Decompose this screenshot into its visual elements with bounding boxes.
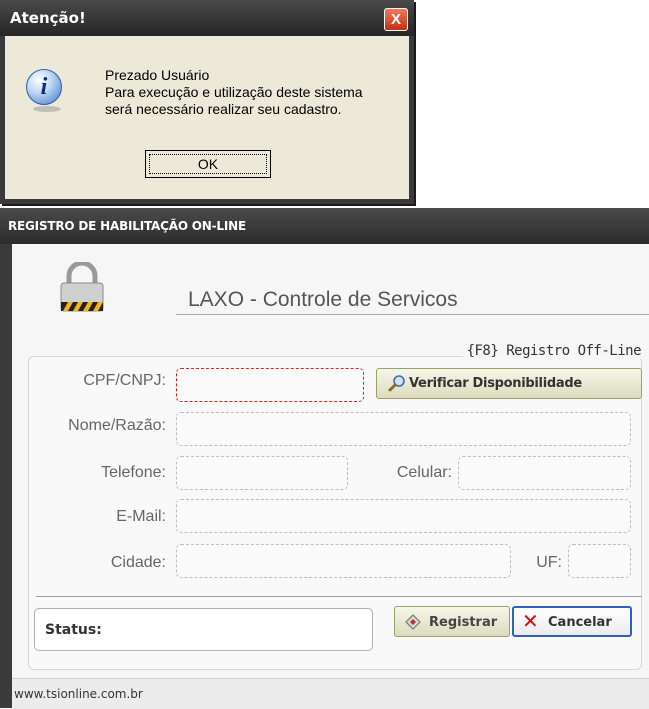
telefone-field[interactable]: [176, 456, 348, 490]
alert-message-line: será necessário realizar seu cadastro.: [105, 101, 342, 117]
alert-message: Prezado Usuário Para execução e utilizaç…: [105, 67, 363, 118]
alert-titlebar[interactable]: Atenção! X: [0, 0, 414, 36]
email-label: E-Mail:: [116, 508, 166, 525]
footer-bar: www.tsionline.com.br: [12, 678, 649, 709]
status-label: Status:: [45, 622, 102, 638]
nome-label: Nome/Razão:: [68, 417, 166, 434]
register-button[interactable]: Registrar: [394, 606, 510, 637]
app-name: LAXO - Controle de Servicos: [188, 288, 458, 311]
form-divider: [36, 596, 642, 597]
celular-label: Celular:: [396, 464, 452, 481]
info-icon: i: [26, 69, 62, 105]
registration-title: REGISTRO DE HABILITAÇÃO ON-LINE: [8, 219, 246, 233]
alert-message-line: Prezado Usuário: [105, 67, 210, 83]
offline-register-link[interactable]: {F8} Registro Off-Line: [462, 343, 645, 359]
cpf-field[interactable]: [176, 368, 364, 402]
cidade-label: Cidade:: [110, 554, 166, 571]
celular-field[interactable]: [458, 456, 631, 490]
magnifier-icon: [388, 375, 405, 392]
email-field[interactable]: [176, 499, 631, 533]
lock-icon: [60, 262, 104, 312]
ok-button[interactable]: OK: [145, 150, 271, 178]
cidade-field[interactable]: [176, 544, 511, 578]
cancel-x-icon: ✕: [522, 609, 539, 633]
telefone-label: Telefone:: [101, 464, 166, 481]
close-icon[interactable]: X: [384, 8, 408, 31]
registration-body: LAXO - Controle de Servicos {F8} Registr…: [12, 244, 649, 708]
ok-button-label: OK: [149, 154, 267, 174]
register-label: Registrar: [429, 615, 498, 630]
cancel-label: Cancelar: [548, 615, 612, 630]
verify-availability-button[interactable]: Verificar Disponibilidade: [376, 368, 642, 399]
alert-dialog: Atenção! X i Prezado Usuário Para execuç…: [0, 0, 414, 204]
registration-titlebar[interactable]: REGISTRO DE HABILITAÇÃO ON-LINE: [0, 208, 649, 244]
registration-window: REGISTRO DE HABILITAÇÃO ON-LINE LAXO - C…: [0, 208, 649, 709]
alert-body: i Prezado Usuário Para execução e utiliz…: [5, 36, 409, 199]
uf-field[interactable]: [568, 544, 631, 578]
nome-field[interactable]: [176, 412, 631, 446]
alert-title: Atenção!: [10, 9, 86, 27]
alert-message-line: Para execução e utilização deste sistema: [105, 84, 363, 100]
uf-label: UF:: [536, 554, 562, 571]
register-icon: [405, 614, 421, 630]
verify-availability-label: Verificar Disponibilidade: [409, 376, 582, 391]
footer-url[interactable]: www.tsionline.com.br: [14, 687, 143, 701]
status-box: Status:: [34, 608, 373, 651]
info-icon-shadow: [33, 106, 61, 112]
header-divider: [176, 314, 649, 315]
cpf-label: CPF/CNPJ:: [83, 372, 166, 389]
cancel-button[interactable]: ✕ Cancelar: [512, 606, 632, 637]
